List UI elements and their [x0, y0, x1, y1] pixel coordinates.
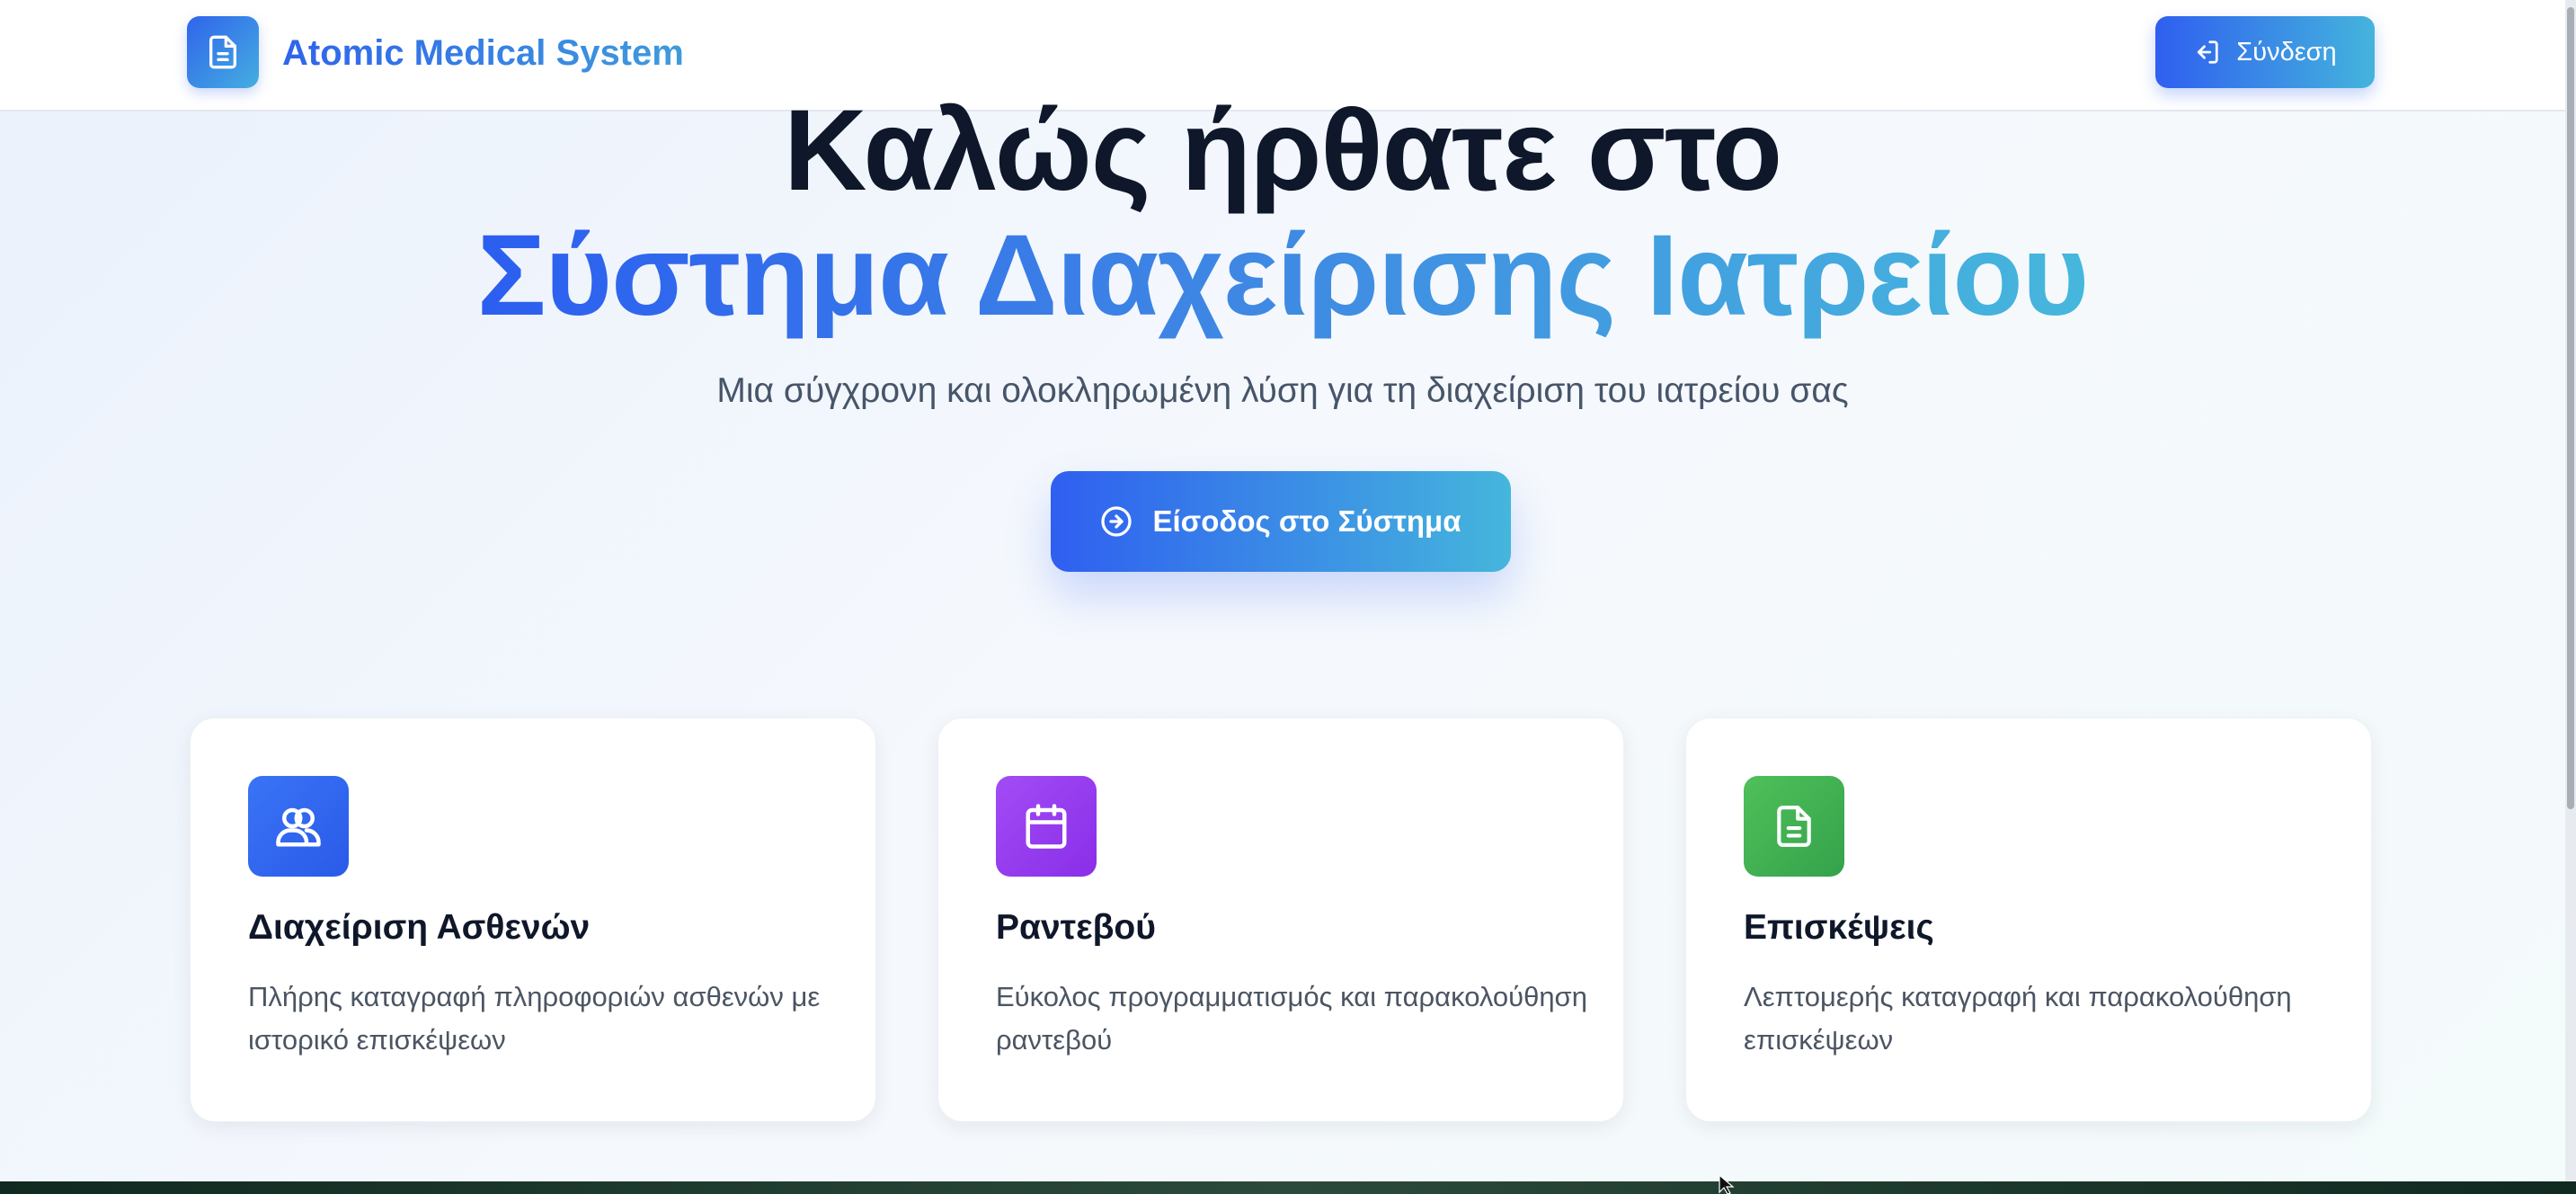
vertical-scrollbar[interactable]	[2565, 0, 2576, 1194]
feature-card-visits: Επισκέψεις Λεπτομερής καταγραφή και παρα…	[1685, 717, 2372, 1122]
feature-card-description: Εύκολος προγραμματισμός και παρακολούθησ…	[996, 981, 1587, 1056]
feature-card-description: Λεπτομερής καταγραφή και παρακολούθηση ε…	[1744, 981, 2292, 1056]
feature-icon-badge	[248, 776, 349, 877]
scrollbar-thumb[interactable]	[2567, 7, 2574, 809]
window-bottom-edge	[0, 1181, 2576, 1194]
document-icon	[209, 35, 236, 69]
calendar-icon	[1026, 804, 1067, 849]
feature-card-title: Ραντεβού	[996, 908, 1156, 947]
arrow-right-circle-icon	[1101, 506, 1133, 537]
enter-system-button[interactable]: Είσοδος στο Σύστημα	[1051, 471, 1511, 572]
brand-name[interactable]: Atomic Medical System	[282, 31, 684, 76]
feature-icon-badge	[1744, 776, 1844, 877]
feature-icon-badge	[996, 776, 1097, 877]
hero-subtitle: Μια σύγχρονη και ολοκληρωμένη λύση για τ…	[716, 371, 1849, 410]
feature-card-title: Επισκέψεις	[1744, 908, 1934, 947]
mouse-cursor-icon	[1719, 1174, 1735, 1194]
feature-card-title: Διαχείριση Ασθενών	[248, 908, 591, 947]
hero-title-gradient-text: Σύστημα Διαχείρισης Ιατρείου	[476, 211, 2089, 340]
log-in-icon	[2198, 40, 2218, 64]
enter-system-button-label: Είσοδος στο Σύστημα	[1152, 504, 1461, 538]
hero-title-line-2: Σύστημα Διαχείρισης Ιατρείου	[0, 209, 2565, 343]
feature-card-patients: Διαχείριση Ασθενών Πλήρης καταγραφή πληρ…	[190, 717, 876, 1122]
brand-logo[interactable]	[187, 16, 259, 88]
document-icon	[1777, 806, 1811, 847]
hero-title-line-1: Καλώς ήρθατε στο	[783, 86, 1782, 215]
users-icon	[276, 807, 321, 847]
login-button-label: Σύνδεση	[2236, 37, 2337, 67]
login-button[interactable]: Σύνδεση	[2155, 16, 2375, 88]
feature-card-description: Πλήρης καταγραφή πληροφοριών ασθενών με …	[248, 981, 821, 1056]
feature-card-appointments: Ραντεβού Εύκολος προγραμματισμός και παρ…	[937, 717, 1624, 1122]
